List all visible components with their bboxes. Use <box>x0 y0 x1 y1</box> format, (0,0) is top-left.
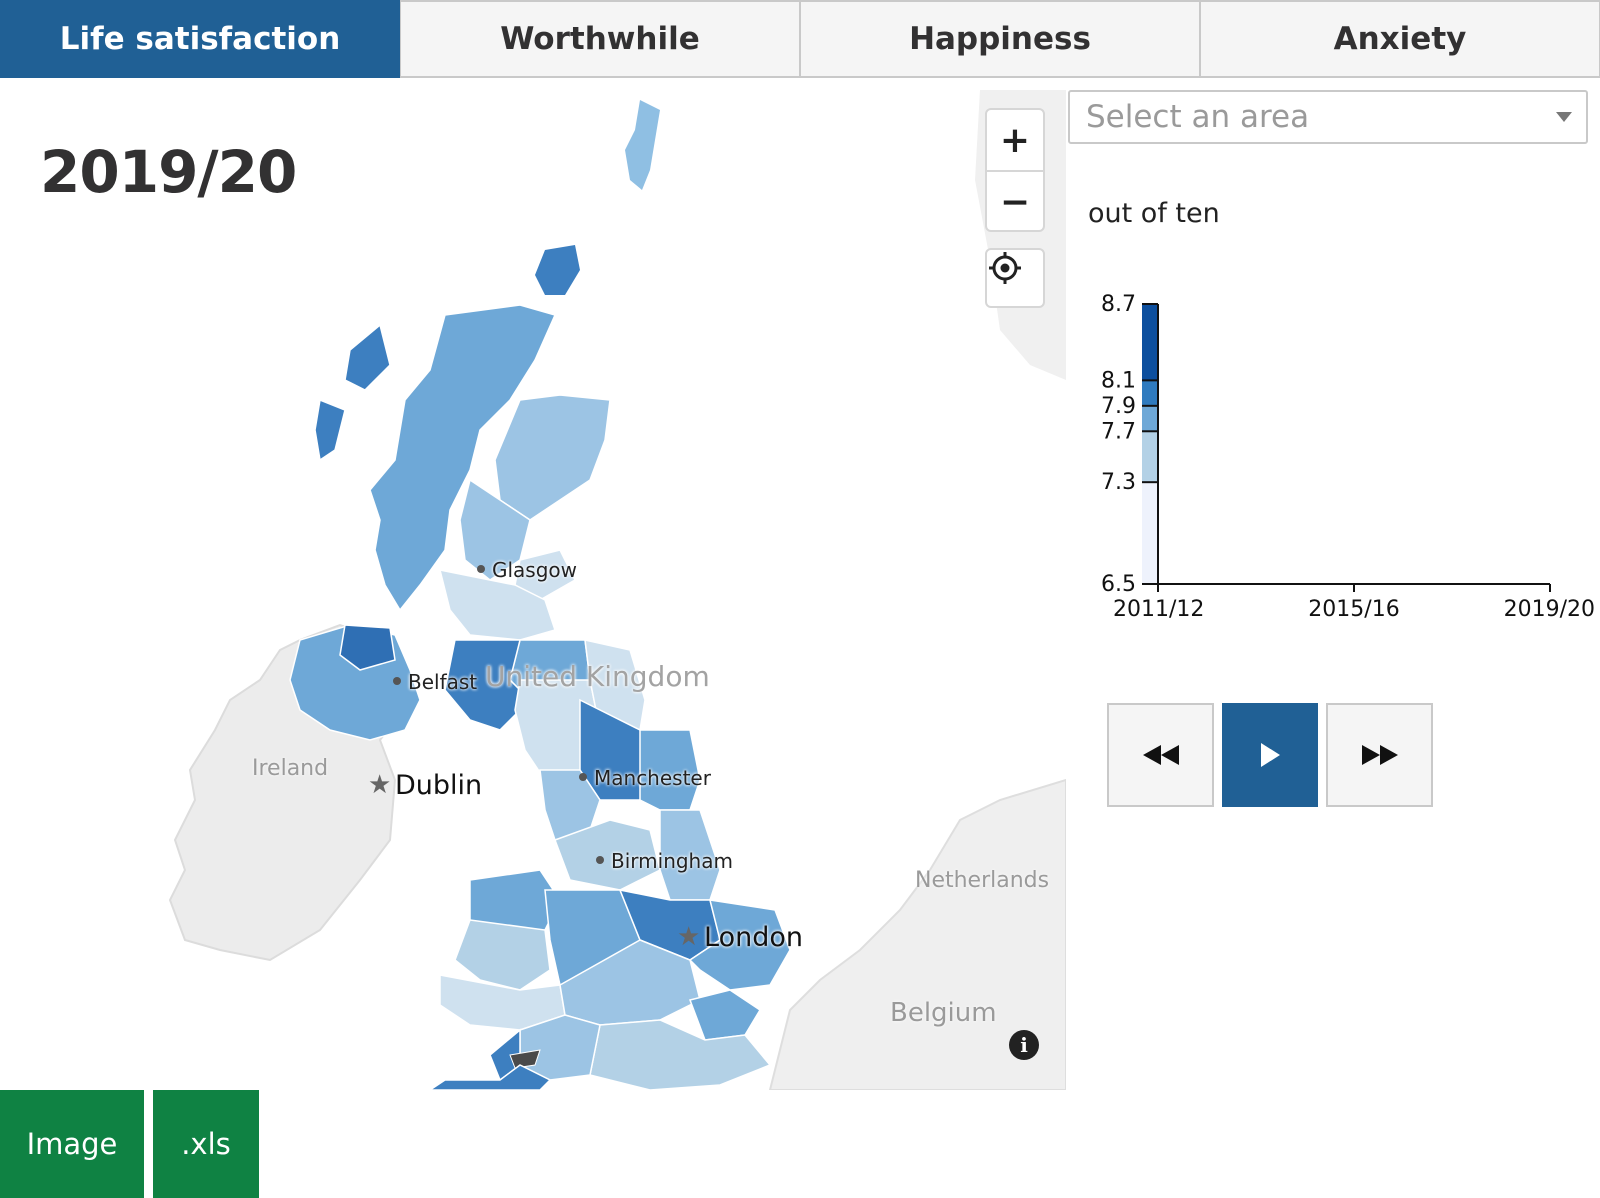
rewind-button[interactable] <box>1107 703 1214 807</box>
label-belgium: Belgium <box>890 998 997 1028</box>
play-button[interactable] <box>1222 703 1318 807</box>
measure-tabs: Life satisfaction Worthwhile Happiness A… <box>0 0 1600 80</box>
legend-band-2 <box>1142 405 1158 432</box>
zoom-out-button[interactable]: − <box>987 170 1043 232</box>
x-tick-label: 2019/20 <box>1504 597 1595 620</box>
tab-happiness[interactable]: Happiness <box>800 0 1200 78</box>
label-united-kingdom: United Kingdom <box>485 660 710 693</box>
y-tick-label: 7.7 <box>1101 419 1136 444</box>
download-xls-button[interactable]: .xls <box>153 1090 259 1198</box>
trend-chart: 8.7 8.1 7.9 7.7 7.3 6.5 2011/12 2015/16 2019/20 <box>1070 280 1595 624</box>
x-tick-label: 2011/12 <box>1113 597 1204 620</box>
legend-band-4 <box>1142 482 1158 584</box>
fast-forward-icon <box>1361 745 1398 765</box>
label-london: London <box>704 922 803 953</box>
label-manchester: Manchester <box>594 766 711 790</box>
tab-anxiety[interactable]: Anxiety <box>1200 0 1600 78</box>
chart-unit-label: out of ten <box>1088 198 1220 229</box>
area-select-placeholder: Select an area <box>1086 99 1310 135</box>
y-tick-label: 7.9 <box>1101 394 1136 419</box>
orkney <box>535 245 580 295</box>
y-tick-label: 8.1 <box>1101 368 1136 393</box>
map-canvas[interactable] <box>0 80 1066 1090</box>
tab-worthwhile[interactable]: Worthwhile <box>400 0 800 78</box>
chevron-down-icon <box>1556 112 1572 122</box>
dublin-capital-star-icon: ★ <box>368 770 392 800</box>
region-western-isles <box>344 323 391 391</box>
trend-chart-svg: 8.7 8.17.97.7 7.3 6.52011/12 2015/16 2019/20 <box>1101 292 1595 622</box>
glasgow-marker <box>477 565 485 573</box>
y-tick-label: 7.3 <box>1101 470 1136 495</box>
label-ireland: Ireland <box>252 756 329 781</box>
map-year-title: 2019/20 <box>40 138 297 206</box>
zoom-in-button[interactable]: + <box>987 110 1043 170</box>
time-player <box>1107 703 1433 807</box>
y-tick-label: 8.7 <box>1101 292 1136 317</box>
label-glasgow: Glasgow <box>492 558 578 582</box>
play-icon <box>1261 743 1280 767</box>
download-image-button[interactable]: Image <box>0 1090 144 1198</box>
region-skye <box>314 398 346 462</box>
tab-life-satisfaction[interactable]: Life satisfaction <box>0 0 400 78</box>
locate-icon <box>989 252 1021 284</box>
region-london <box>689 989 762 1041</box>
label-dublin: Dublin <box>395 770 483 801</box>
london-capital-star-icon: ★ <box>677 922 701 952</box>
legend-band-3 <box>1142 431 1158 483</box>
legend-band-1 <box>1142 380 1158 406</box>
label-netherlands: Netherlands <box>915 868 1050 893</box>
fast-forward-button[interactable] <box>1326 703 1433 807</box>
y-tick-label: 6.5 <box>1101 572 1136 597</box>
x-tick-label: 2015/16 <box>1308 597 1399 620</box>
rewind-icon <box>1142 745 1179 765</box>
label-belfast: Belfast <box>408 670 478 694</box>
label-birmingham: Birmingham <box>611 849 733 873</box>
choropleth-map[interactable]: 2019/20 Glasgow Belfast United Kingdom I… <box>0 80 1066 1090</box>
manchester-marker <box>579 773 587 781</box>
info-icon[interactable]: i <box>1009 1030 1039 1060</box>
legend-band-0 <box>1142 304 1158 381</box>
locate-button[interactable] <box>985 248 1045 308</box>
region-mid-wales <box>454 919 551 991</box>
birmingham-marker <box>596 856 604 864</box>
area-select[interactable]: Select an area <box>1068 90 1588 144</box>
shetland <box>625 100 660 190</box>
region-aberdeenshire <box>494 394 611 521</box>
belfast-marker <box>393 677 401 685</box>
zoom-controls: + − <box>985 108 1045 232</box>
